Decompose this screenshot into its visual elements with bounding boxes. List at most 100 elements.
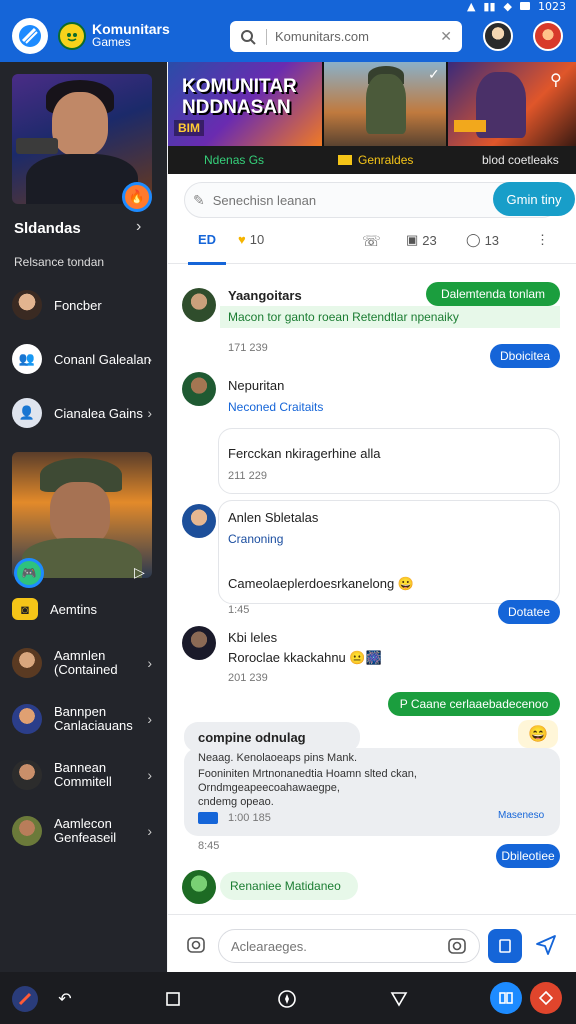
fire-badge-icon[interactable]: 🔥	[122, 182, 152, 212]
list-item[interactable]: Nepuritan Neconed Craitaits Fercckan nki…	[168, 366, 576, 496]
app-logo-icon[interactable]	[12, 18, 48, 54]
banner-tile-1[interactable]: KOMUNITAR NDDNASAN BIM	[168, 62, 322, 146]
banner-tag: BIM	[174, 120, 204, 136]
sidebar-item-label: Conanl Galealan	[54, 351, 151, 367]
attachment-icon[interactable]	[198, 812, 218, 824]
brand[interactable]: Komunitars Games	[58, 22, 170, 50]
status-badge[interactable]: P Caane cerlaaebadecenoo	[388, 692, 560, 716]
tab-favorites[interactable]: ♥ 10	[238, 232, 264, 247]
profile-avatar[interactable]	[533, 21, 563, 51]
send-icon[interactable]	[534, 933, 558, 957]
avatar	[12, 704, 42, 734]
chevron-right-icon: ›	[147, 711, 152, 727]
camera-icon[interactable]	[447, 936, 467, 956]
sidebar-item-aamnlen[interactable]: Aamnlen (Contained ›	[12, 646, 162, 680]
back-icon[interactable]: ↶	[52, 986, 78, 1012]
avatar[interactable]	[182, 870, 216, 904]
avatar	[12, 816, 42, 846]
search-divider	[266, 28, 267, 45]
status-badge[interactable]: Dalemtenda tonlam	[426, 282, 560, 306]
sidebar-item-foncber[interactable]: Foncber	[12, 288, 162, 322]
message-input-bar	[168, 914, 576, 972]
message-author[interactable]: Kbi leles	[228, 630, 277, 645]
message-text: Renaniee Matidaneo	[220, 872, 358, 900]
list-item[interactable]: Kbi leles Roroclae kkackahnu 😐🎆 201 239 …	[168, 624, 576, 720]
message-input[interactable]	[231, 938, 447, 954]
message-input-field[interactable]	[218, 929, 480, 963]
triangle-icon[interactable]	[386, 986, 412, 1012]
message-author[interactable]: Yaangoitars	[228, 288, 302, 303]
message-time: 201 239	[228, 672, 268, 684]
emoji-reaction-icon[interactable]: 😄	[518, 720, 558, 748]
heart-icon: ♥	[238, 232, 246, 247]
avatar[interactable]	[182, 288, 216, 322]
attach-button[interactable]	[488, 929, 522, 963]
sidebar-item-cianalea[interactable]: 👤 Cianalea Gains ›	[12, 396, 162, 430]
list-item[interactable]: compine odnulag 😄 Neaag. Kenolaoeaps pin…	[168, 718, 576, 868]
sidebar-item-aamlecon[interactable]: Aamlecon Genfeaseil ›	[12, 814, 162, 848]
sidebar-item-label: Aamnlen (Contained	[54, 648, 118, 677]
avatar	[12, 290, 42, 320]
card-link[interactable]: Maseneso	[498, 810, 544, 821]
clear-icon[interactable]: ✕	[440, 28, 452, 45]
search-icon[interactable]: ⚲	[550, 70, 562, 90]
status-time: 1023	[538, 0, 566, 13]
card-line-3: Orndmgeapeecoahawaegpe,	[198, 782, 340, 794]
sidebar-item-bannpen[interactable]: Bannpen Canlaciauans ›	[12, 702, 162, 736]
message-text: Neconed Craitaits	[228, 400, 324, 414]
search-input[interactable]	[275, 29, 441, 44]
message-subtext: Cameolaeplerdoesrkanelong 😀	[228, 576, 415, 591]
camera-icon[interactable]	[184, 933, 208, 957]
system-nav-bar: ↶	[0, 972, 576, 1024]
compose-button[interactable]: Gmin tiny	[493, 182, 575, 216]
square-icon[interactable]	[160, 986, 186, 1012]
game-badge-icon[interactable]: 🎮	[14, 558, 44, 588]
banner-strip-label-3[interactable]: blod coetleaks	[482, 153, 559, 167]
reply-button[interactable]: Dotatee	[498, 600, 560, 624]
chevron-right-icon: ›	[147, 823, 152, 839]
compass-icon[interactable]	[274, 986, 300, 1012]
play-icon[interactable]: ▷	[134, 564, 145, 581]
avatar[interactable]	[182, 372, 216, 406]
avatar	[12, 648, 42, 678]
game-banner[interactable]: KOMUNITAR NDDNASAN BIM ✓ ⚲ Ndenas Gs Gen…	[168, 62, 576, 174]
signal-icon: ▮▮	[483, 0, 496, 13]
message-text: Macon tor ganto roean Retendtlar npenaik…	[220, 306, 560, 328]
reply-button[interactable]: Dboicitea	[490, 344, 560, 368]
banner-title: KOMUNITAR NDDNASAN	[182, 76, 297, 118]
sidebar-item-aemtins[interactable]: ◙ Aemtins	[12, 592, 162, 626]
wifi-icon: ◆	[503, 0, 512, 13]
message-time: 211 229	[228, 470, 267, 482]
tab-comments[interactable]: ◯ 13	[466, 232, 499, 248]
user-avatar[interactable]	[483, 21, 513, 51]
sidebar-item-label: Foncber	[54, 297, 102, 313]
trophy-icon: ◙	[12, 598, 38, 620]
sidebar-item-bannean[interactable]: Bannean Commitell ›	[12, 758, 162, 792]
sidebar-section-title[interactable]: Sldandas	[14, 220, 81, 237]
tab-files[interactable]: ▣ 23	[406, 232, 437, 248]
banner-strip-label-1[interactable]: Ndenas Gs	[204, 153, 264, 167]
list-item[interactable]: Renaniee Matidaneo	[168, 868, 576, 908]
avatar[interactable]	[182, 504, 216, 538]
list-item[interactable]: Yaangoitars Dalemtenda tonlam Macon tor …	[168, 278, 576, 374]
list-item[interactable]: Anlen Sbletalas Cranoning Cameolaeplerdo…	[168, 500, 576, 624]
message-author[interactable]: Nepuritan	[228, 378, 284, 393]
tab-ed[interactable]: ED	[198, 232, 216, 247]
search-bar[interactable]: ✕	[230, 21, 462, 52]
tab-calls[interactable]: ☏	[362, 232, 381, 250]
more-options-icon[interactable]: ⋮	[536, 232, 549, 248]
smile-emoji-icon: 😀	[397, 576, 415, 591]
app-switch-icon[interactable]	[12, 986, 38, 1012]
compose-bar[interactable]: ✎ Gmin tiny	[184, 182, 575, 218]
game-icon[interactable]	[530, 982, 562, 1014]
message-author[interactable]: Anlen Sbletalas	[228, 510, 318, 525]
chevron-right-icon[interactable]: ›	[136, 218, 141, 236]
group-icon: 👥	[12, 344, 42, 374]
banner-strip-label-2[interactable]: Genraldes	[338, 153, 413, 167]
grid-icon[interactable]	[490, 982, 522, 1014]
card-title[interactable]: compine odnulag	[198, 730, 306, 745]
sidebar-item-conanl[interactable]: 👥 Conanl Galealan ›	[12, 342, 162, 376]
message-time: 1:45	[228, 604, 250, 616]
reply-button[interactable]: Dbileotiee	[496, 844, 560, 868]
avatar[interactable]	[182, 626, 216, 660]
